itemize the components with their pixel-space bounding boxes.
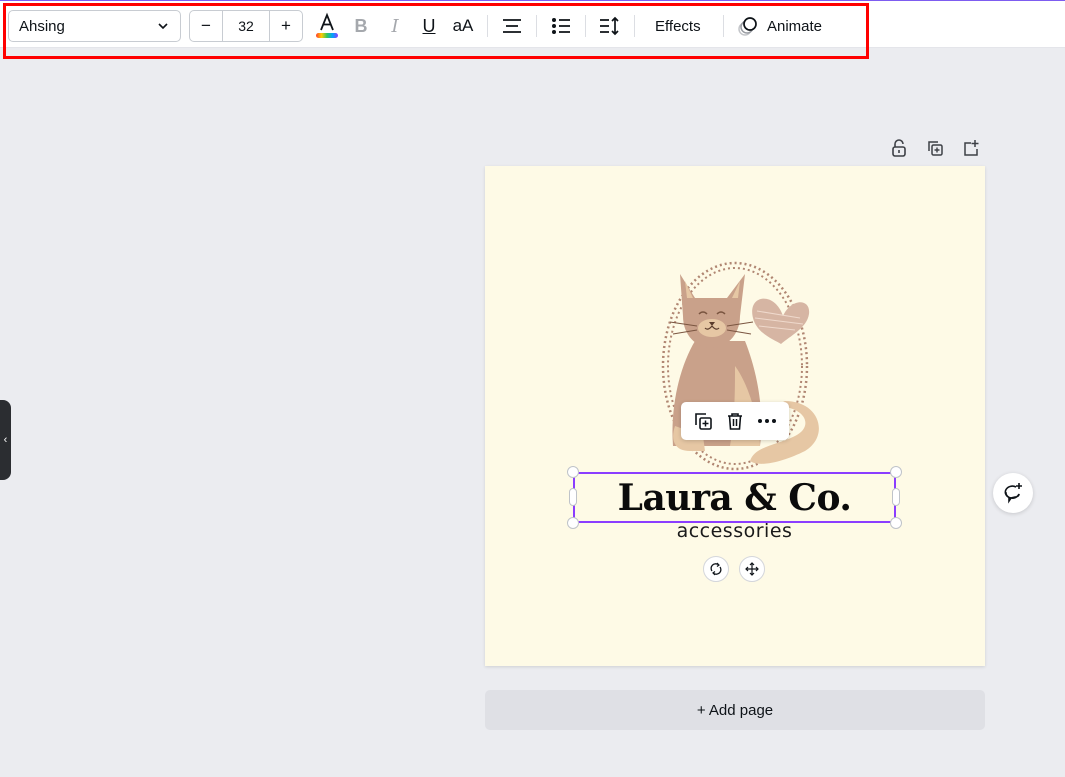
duplicate-icon [695, 413, 712, 430]
resize-handle-left[interactable] [569, 488, 577, 506]
rotate-icon [710, 562, 722, 576]
collapse-panel-tab[interactable]: ‹ [0, 400, 11, 480]
underline-button[interactable]: U [418, 11, 440, 41]
letter-case-button[interactable]: aA [450, 11, 476, 41]
trash-icon [728, 413, 742, 430]
chevron-left-icon: ‹ [3, 434, 8, 446]
align-button[interactable] [499, 11, 525, 41]
toolbar-divider [585, 15, 586, 37]
bold-icon: B [354, 15, 368, 36]
move-handle[interactable] [739, 556, 765, 582]
letter-case-icon: aA [452, 16, 474, 35]
animate-button[interactable]: Animate [737, 11, 822, 41]
resize-handle-bottom-left[interactable] [567, 517, 579, 529]
duplicate-element-button[interactable] [690, 408, 716, 434]
toolbar-divider [723, 15, 724, 37]
text-color-button[interactable] [313, 11, 341, 41]
lock-icon [892, 139, 906, 157]
move-icon [745, 562, 759, 576]
toolbar-divider [487, 15, 488, 37]
resize-handle-top-right[interactable] [890, 466, 902, 478]
text-toolbar: Ahsing − 32 + B I U aA Effects Animate [0, 1, 1065, 48]
font-family-value: Ahsing [19, 17, 65, 35]
lock-page-button[interactable] [888, 137, 910, 159]
resize-handle-bottom-right[interactable] [890, 517, 902, 529]
add-page-button[interactable]: + Add page [485, 690, 985, 730]
more-options-button[interactable] [754, 408, 780, 434]
rotate-handle[interactable] [703, 556, 729, 582]
bold-button[interactable]: B [350, 11, 372, 41]
add-page-icon [964, 140, 979, 156]
font-family-dropdown[interactable]: Ahsing [8, 10, 181, 42]
selection-box [573, 472, 896, 523]
add-page-top-button[interactable] [960, 137, 982, 159]
duplicate-page-icon [928, 141, 943, 156]
spacing-button[interactable] [597, 11, 623, 41]
animate-icon [738, 17, 757, 36]
element-context-menu [681, 402, 789, 440]
resize-handle-top-left[interactable] [567, 466, 579, 478]
toolbar-divider [634, 15, 635, 37]
underline-icon: U [422, 15, 436, 36]
spacing-icon [600, 16, 619, 36]
animate-label: Animate [767, 17, 823, 35]
font-size-stepper: − 32 + [189, 10, 303, 42]
decrease-font-size-button[interactable]: − [190, 11, 222, 41]
bullet-list-icon [552, 18, 570, 34]
italic-icon: I [391, 15, 399, 37]
resize-handle-right[interactable] [892, 488, 900, 506]
toolbar-divider [536, 15, 537, 37]
cat-illustration [661, 261, 819, 471]
add-comment-button[interactable] [993, 473, 1033, 513]
more-icon [758, 419, 776, 423]
align-center-icon [503, 19, 521, 33]
italic-button[interactable]: I [384, 11, 406, 41]
list-button[interactable] [548, 11, 574, 41]
font-size-input[interactable]: 32 [222, 11, 270, 41]
chevron-down-icon [158, 23, 168, 30]
effects-button[interactable]: Effects [655, 11, 701, 41]
duplicate-page-button[interactable] [924, 137, 946, 159]
add-comment-icon [1004, 483, 1022, 504]
delete-element-button[interactable] [722, 408, 748, 434]
text-color-icon [316, 12, 338, 38]
increase-font-size-button[interactable]: + [270, 11, 302, 41]
